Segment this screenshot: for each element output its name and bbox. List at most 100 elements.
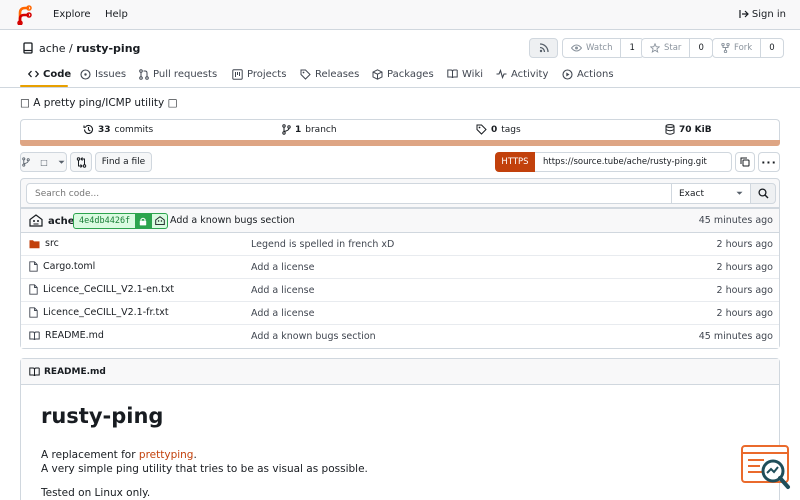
tag-icon <box>300 69 311 80</box>
commit-message-link[interactable]: Add a known bugs section <box>170 215 295 226</box>
watch-button-group: Watch 1 <box>562 38 644 58</box>
repo-owner-link[interactable]: ache <box>39 42 66 55</box>
file-commit-time: 2 hours ago <box>716 239 773 250</box>
repo-description: □ A pretty ping/ICMP utility □ <box>20 97 178 109</box>
fork-button[interactable]: Fork <box>713 39 760 57</box>
star-button[interactable]: Star <box>642 39 689 57</box>
star-count[interactable]: 0 <box>689 39 711 57</box>
file-commit-message[interactable]: Add a license <box>251 262 314 273</box>
top-navbar: Explore Help Sign in <box>0 0 800 30</box>
file-commit-time: 2 hours ago <box>716 285 773 296</box>
file-name-link[interactable]: Licence_CeCILL_V2.1-en.txt <box>29 284 174 295</box>
tags-stat[interactable]: 0 tags <box>476 124 521 135</box>
branch-label: branch <box>305 124 337 135</box>
fork-count[interactable]: 0 <box>760 39 782 57</box>
branch-count: 1 <box>295 124 302 135</box>
tab-packages-label: Packages <box>387 68 434 80</box>
readme-header: README.md <box>21 359 779 385</box>
rss-button[interactable] <box>529 38 558 58</box>
file-commit-time: 2 hours ago <box>716 308 773 319</box>
database-icon <box>665 124 675 135</box>
book-icon <box>29 331 40 340</box>
file-commit-message[interactable]: Add a license <box>251 308 314 319</box>
watch-label: Watch <box>586 43 613 53</box>
file-name: src <box>45 238 59 249</box>
clone-url-input[interactable]: https://source.tube/ache/rusty-ping.git <box>535 152 732 172</box>
tag-icon <box>476 124 487 135</box>
fork-label: Fork <box>734 43 753 53</box>
pulse-icon <box>496 69 507 79</box>
search-icon <box>757 188 768 199</box>
readme-filename[interactable]: README.md <box>44 367 106 377</box>
file-name-link[interactable]: Licence_CeCILL_V2.1-fr.txt <box>29 307 169 318</box>
watch-count[interactable]: 1 <box>620 39 642 57</box>
commit-author[interactable]: ache <box>29 214 75 228</box>
branch-icon <box>282 124 291 135</box>
code-search-bar: Exact <box>20 178 780 208</box>
readme-intro-text: A replacement for <box>41 449 136 461</box>
compare-button[interactable] <box>70 152 92 172</box>
tab-packages[interactable]: Packages <box>372 67 434 81</box>
kebab-menu-icon: ··· <box>761 155 777 169</box>
file-name: Licence_CeCILL_V2.1-en.txt <box>43 284 175 295</box>
tab-issues[interactable]: Issues <box>80 67 126 81</box>
tab-code[interactable]: Code <box>28 67 71 81</box>
file-row: Cargo.toml Add a license 2 hours ago <box>21 256 779 279</box>
readme-line3: Tested on Linux only. <box>41 487 151 499</box>
readme-intro-end: . <box>193 449 197 461</box>
search-mode-dropdown[interactable]: Exact <box>671 183 751 204</box>
search-mode-label: Exact <box>679 188 705 199</box>
repo-stats-bar: 33 commits 1 branch 0 tags 70 KiB <box>20 119 780 140</box>
file-name-link[interactable]: src <box>29 238 59 249</box>
file-row: README.md Add a known bugs section 45 mi… <box>21 325 779 348</box>
file-list: src Legend is spelled in french xD 2 hou… <box>20 233 780 349</box>
code-search-input[interactable] <box>26 183 672 204</box>
file-name-link[interactable]: README.md <box>29 330 104 341</box>
nav-explore-link[interactable]: Explore <box>53 9 91 20</box>
description-text: A pretty ping/ICMP utility <box>33 97 165 109</box>
description-emoji-right-icon: □ <box>167 97 178 109</box>
compare-icon <box>76 156 86 168</box>
nav-help-link[interactable]: Help <box>105 9 128 20</box>
sign-in-link[interactable]: Sign in <box>739 9 786 20</box>
issue-icon <box>80 68 91 80</box>
find-file-button[interactable]: Find a file <box>95 152 152 172</box>
tab-pull-requests-label: Pull requests <box>153 68 218 80</box>
commits-stat[interactable]: 33 commits <box>83 124 153 135</box>
forgejo-logo-icon[interactable] <box>16 5 32 25</box>
commits-count: 33 <box>98 124 111 135</box>
file-name-link[interactable]: Cargo.toml <box>29 261 95 272</box>
file-row: src Legend is spelled in french xD 2 hou… <box>21 233 779 256</box>
copy-url-button[interactable] <box>735 152 755 172</box>
file-name: Cargo.toml <box>43 261 96 272</box>
repo-size: 70 KiB <box>679 124 712 135</box>
tab-pull-requests[interactable]: Pull requests <box>139 67 217 81</box>
file-commit-time: 2 hours ago <box>716 262 773 273</box>
package-icon <box>372 68 383 80</box>
prettyping-link[interactable]: prettyping <box>139 449 194 461</box>
tab-projects[interactable]: Projects <box>232 67 286 81</box>
search-button[interactable] <box>750 183 776 204</box>
file-commit-message[interactable]: Add a license <box>251 285 314 296</box>
language-bar[interactable] <box>20 140 780 146</box>
tab-activity[interactable]: Activity <box>496 67 548 81</box>
watch-button[interactable]: Watch <box>563 39 620 57</box>
tab-wiki[interactable]: Wiki <box>447 67 483 81</box>
star-button-group: Star 0 <box>641 38 713 58</box>
tab-releases[interactable]: Releases <box>300 67 359 81</box>
source-tube-logo-icon[interactable] <box>740 443 792 491</box>
tab-activity-label: Activity <box>511 68 549 80</box>
file-commit-message[interactable]: Legend is spelled in french xD <box>251 239 394 250</box>
tab-actions[interactable]: Actions <box>562 67 614 81</box>
branch-selector-button[interactable]: □ <box>20 152 67 172</box>
eye-icon <box>571 44 582 52</box>
commit-sha-badge[interactable]: 4e4db4426f <box>73 213 169 229</box>
rss-icon <box>539 43 549 53</box>
repo-name-link[interactable]: rusty-ping <box>76 42 140 55</box>
tab-wiki-label: Wiki <box>462 68 484 80</box>
https-protocol-button[interactable]: HTTPS <box>495 152 535 172</box>
more-options-button[interactable]: ··· <box>758 152 780 172</box>
branch-stat[interactable]: 1 branch <box>282 124 337 135</box>
avatar-icon <box>29 214 43 227</box>
file-commit-message[interactable]: Add a known bugs section <box>251 331 376 342</box>
